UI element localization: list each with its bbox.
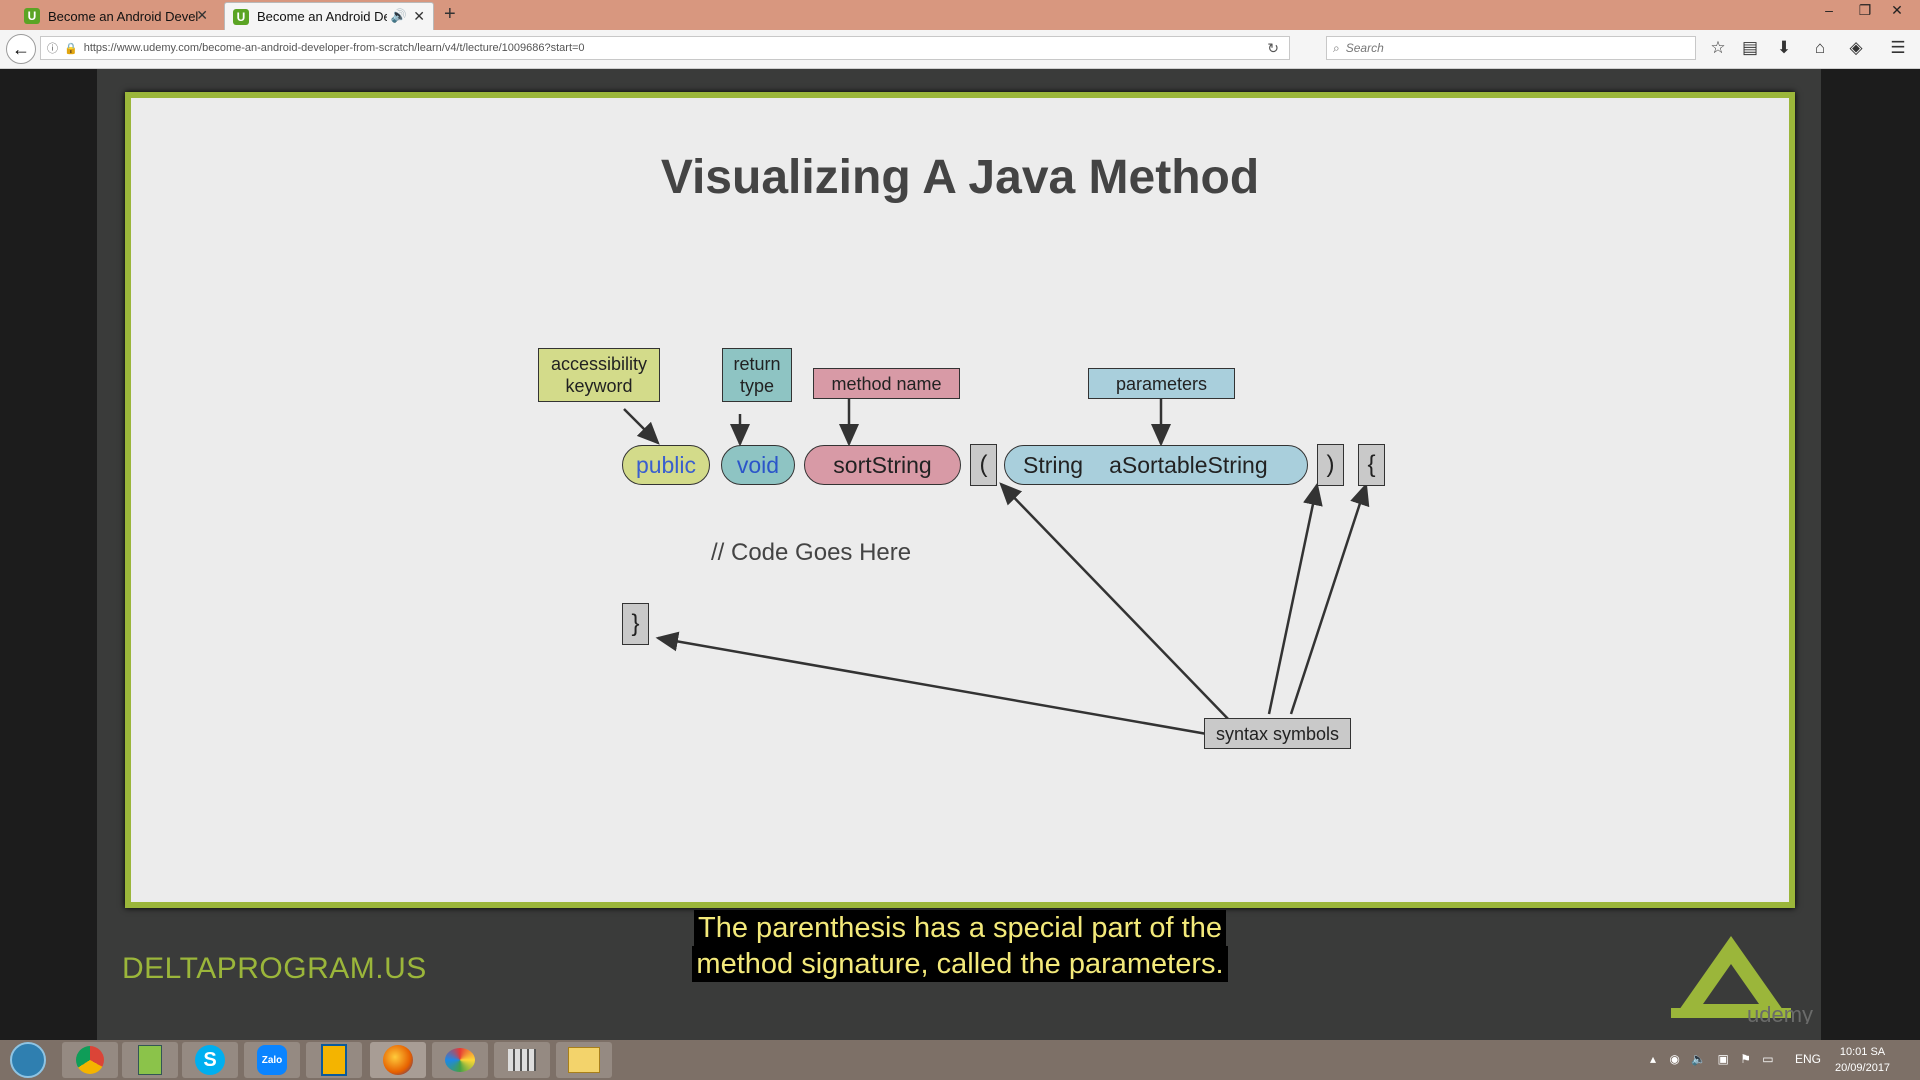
- zalo-icon[interactable]: Zalo: [244, 1042, 300, 1078]
- tab-bar: U Become an Android Develop ✕ U Become a…: [0, 0, 1920, 30]
- mobile-app-icon[interactable]: [306, 1042, 362, 1078]
- label-accessibility-keyword: accessibility keyword: [538, 348, 660, 402]
- back-button[interactable]: ←: [6, 34, 36, 64]
- syntax-arrow-open-paren: [999, 482, 1232, 723]
- token-close-brace: }: [622, 603, 649, 645]
- udemy-favicon-icon: U: [24, 8, 40, 24]
- skype-icon[interactable]: S: [182, 1042, 238, 1078]
- language-indicator[interactable]: ENG: [1795, 1052, 1821, 1066]
- arrow-layer: [623, 394, 1370, 736]
- back-arrow-icon: ←: [12, 38, 30, 59]
- token-public: public: [622, 445, 710, 485]
- calculator-icon[interactable]: [494, 1042, 550, 1078]
- home-icon[interactable]: ⌂: [1808, 38, 1832, 58]
- label-return-type: return type: [722, 348, 792, 402]
- bookmark-star-icon[interactable]: ☆: [1706, 38, 1730, 58]
- code-comment: // Code Goes Here: [711, 539, 912, 566]
- url-bar[interactable]: ⓘ 🔒 https://www.udemy.com/become-an-andr…: [40, 36, 1290, 60]
- subtitle-line-2: method signature, called the parameters.: [692, 946, 1228, 982]
- close-window-button[interactable]: ✕: [1882, 0, 1912, 20]
- token-sortstring: sortString: [804, 445, 961, 485]
- tray-expand-icon[interactable]: ▴: [1650, 1052, 1656, 1066]
- close-icon[interactable]: ✕: [413, 8, 425, 25]
- volume-icon[interactable]: 🔈: [1691, 1052, 1706, 1066]
- notepad-icon[interactable]: [122, 1042, 178, 1078]
- brand-watermark: DELTAPROGRAM.US: [122, 952, 427, 985]
- token-close-paren: ): [1317, 444, 1344, 486]
- monitor-icon[interactable]: ▭: [1762, 1052, 1773, 1066]
- network-icon[interactable]: ◉: [1669, 1052, 1679, 1066]
- token-parameter: String aSortableString: [1004, 445, 1308, 485]
- label-syntax-symbols: syntax symbols: [1204, 718, 1351, 749]
- clock-date: 20/09/2017: [1835, 1062, 1891, 1074]
- syntax-arrow-close-brace: [655, 631, 1208, 736]
- token-param-type: String: [1023, 451, 1084, 478]
- lock-icon: 🔒: [64, 42, 78, 55]
- accessibility-arrow: [623, 408, 660, 445]
- syntax-arrow-close-paren: [1267, 482, 1323, 715]
- subtitle-line-1: The parenthesis has a special part of th…: [694, 910, 1226, 946]
- paint-icon[interactable]: [432, 1042, 488, 1078]
- new-tab-button[interactable]: +: [444, 3, 456, 26]
- reading-list-icon[interactable]: ▤: [1738, 38, 1762, 58]
- explorer-icon[interactable]: [556, 1042, 612, 1078]
- syntax-arrow-open-brace: [1289, 482, 1370, 715]
- unikey-icon[interactable]: ▣: [1718, 1052, 1729, 1066]
- tab-active[interactable]: U Become an Android Deve 🔊 ✕: [224, 2, 434, 30]
- udemy-logo-text: udemy: [1747, 1002, 1813, 1024]
- firefox-icon[interactable]: [370, 1042, 426, 1078]
- clock-time: 10:01 SA: [1839, 1046, 1886, 1058]
- start-orb-icon[interactable]: [0, 1042, 56, 1078]
- tab-title: Become an Android Develop: [48, 8, 198, 24]
- restore-button[interactable]: ❐: [1850, 0, 1880, 20]
- token-open-brace: {: [1358, 444, 1385, 486]
- download-icon[interactable]: ⬇: [1772, 38, 1796, 58]
- tab-inactive[interactable]: U Become an Android Develop ✕: [16, 2, 216, 30]
- clock[interactable]: 10:01 SA 20/09/2017: [1835, 1044, 1890, 1076]
- slide: Visualizing A Java Method accessibility …: [125, 92, 1795, 908]
- system-tray: ▴ ◉ 🔈 ▣ ⚑ ▭ ENG: [1650, 1052, 1821, 1066]
- search-placeholder: Search: [1345, 41, 1384, 55]
- token-void: void: [721, 445, 795, 485]
- tab-title: Become an Android Deve: [257, 9, 387, 24]
- minimize-button[interactable]: –: [1814, 0, 1844, 20]
- close-icon[interactable]: ✕: [196, 7, 208, 24]
- reload-icon[interactable]: ↻: [1267, 40, 1279, 57]
- token-param-name: aSortableString: [1109, 451, 1268, 478]
- udemy-logo-icon: udemy: [1671, 936, 1813, 1024]
- info-icon[interactable]: ⓘ: [47, 40, 58, 56]
- label-method-name: method name: [813, 368, 960, 399]
- search-input[interactable]: ⌕ Search: [1326, 36, 1696, 60]
- navigation-bar: ← ⓘ 🔒 https://www.udemy.com/become-an-an…: [0, 30, 1920, 69]
- speaker-icon[interactable]: 🔊: [391, 8, 407, 24]
- menu-icon[interactable]: ☰: [1886, 38, 1910, 58]
- label-parameters: parameters: [1088, 368, 1235, 399]
- pocket-icon[interactable]: ◈: [1844, 38, 1868, 58]
- url-text: https://www.udemy.com/become-an-android-…: [83, 42, 585, 54]
- flag-icon[interactable]: ⚑: [1740, 1052, 1751, 1066]
- search-icon: ⌕: [1333, 40, 1340, 55]
- udemy-favicon-icon: U: [233, 8, 249, 25]
- token-open-paren: (: [970, 444, 997, 486]
- chrome-icon[interactable]: [62, 1042, 118, 1078]
